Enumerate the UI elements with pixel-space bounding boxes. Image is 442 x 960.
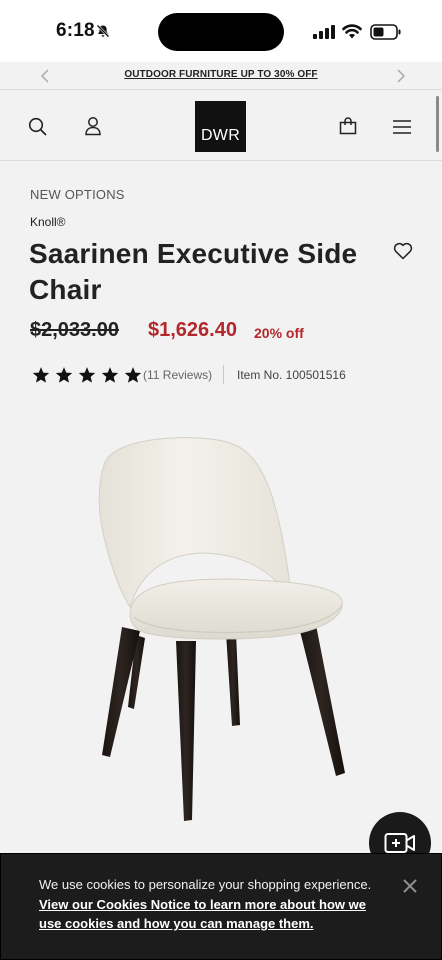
cookie-message: We use cookies to personalize your shopp… [39,875,379,934]
account-icon[interactable] [84,116,102,141]
cookie-text: We use cookies to personalize your shopp… [39,877,372,892]
rating-row: (11 Reviews) Item No. 100501516 [32,365,432,387]
menu-icon[interactable] [393,120,411,139]
cookie-banner: We use cookies to personalize your shopp… [0,853,442,960]
star-icon[interactable] [32,366,50,389]
status-bar: 6:18 [0,0,442,62]
site-header: DWR [0,91,442,161]
star-icon[interactable] [124,366,142,389]
sale-price: $1,626.40 [148,319,237,341]
divider [223,365,224,384]
battery-icon [370,24,402,45]
scrollbar[interactable] [436,96,439,152]
star-icon[interactable] [78,366,96,389]
reviews-link[interactable]: (11 Reviews) [143,368,212,382]
wifi-icon [342,23,362,44]
product-brand[interactable]: Knoll® [30,215,66,229]
discount-badge: 20% off [254,325,304,341]
product-title: Saarinen Executive Side Chair [29,238,358,305]
chevron-right-icon[interactable] [396,68,406,89]
heart-icon[interactable] [393,242,413,265]
signal-icon [313,25,335,44]
dwr-logo[interactable]: DWR [195,101,246,152]
cookie-notice-link[interactable]: View our Cookies Notice to learn more ab… [39,897,366,932]
search-icon[interactable] [28,117,48,142]
bell-slash-icon [96,24,110,43]
price-row: $2,033.00 $1,626.40 20% off [30,319,430,347]
cart-icon[interactable] [339,117,357,140]
video-call-icon [384,833,415,853]
product-image[interactable] [0,395,442,845]
status-time: 6:18 [56,20,95,41]
dynamic-island [158,13,284,51]
logo-text: DWR [200,127,241,144]
original-price: $2,033.00 [30,319,119,341]
product-eyebrow: NEW OPTIONS [30,187,125,202]
close-icon[interactable] [403,879,417,898]
star-icon[interactable] [55,366,73,389]
promo-link[interactable]: OUTDOOR FURNITURE UP TO 30% OFF [0,69,442,80]
star-icon[interactable] [101,366,119,389]
item-number: Item No. 100501516 [237,368,346,382]
promo-banner: OUTDOOR FURNITURE UP TO 30% OFF [0,62,442,90]
